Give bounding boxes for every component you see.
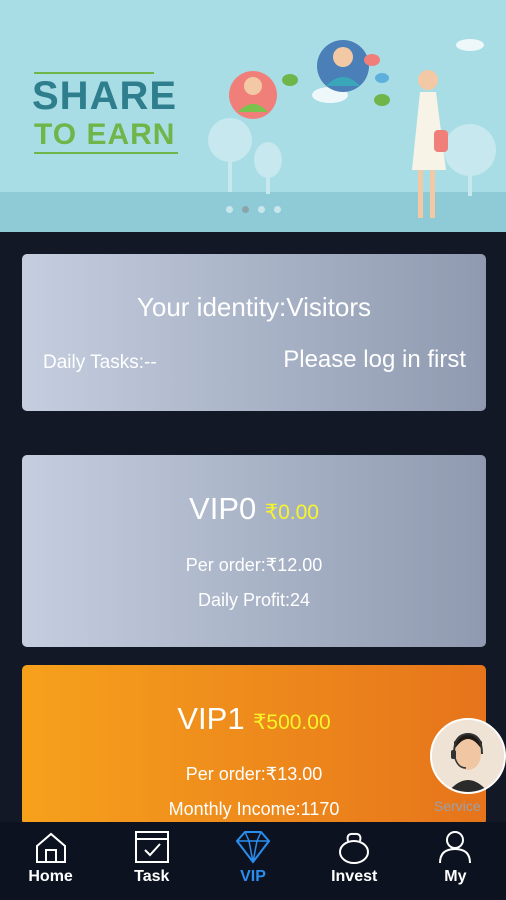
nav-home[interactable]: Home (0, 822, 101, 900)
vip-monthly-income: Monthly Income:1170 (168, 799, 340, 819)
banner-dot[interactable] (258, 206, 265, 213)
daily-tasks-text: Daily Tasks:-- (43, 352, 157, 373)
promo-banner[interactable]: SHARE TO EARN (0, 0, 506, 232)
nav-home-label: Home (28, 868, 73, 885)
service-label: Service (434, 798, 481, 814)
task-icon (134, 831, 169, 863)
nav-my[interactable]: My (405, 822, 506, 900)
user-icon (439, 831, 472, 864)
banner-pagination[interactable] (226, 206, 281, 213)
nav-task-label: Task (134, 868, 170, 885)
home-icon (35, 832, 66, 863)
vip-level: VIP0 (189, 491, 257, 526)
vip-card-1[interactable]: VIP1 ₹500.00 Per order:₹13.00 Monthly In… (22, 665, 486, 825)
vip-card-0[interactable]: VIP0 ₹0.00 Per order:₹12.00 Daily Profit… (22, 455, 486, 647)
money-bag-icon (339, 832, 370, 864)
banner-rule-bottom (34, 152, 178, 154)
vip-daily-profit: Daily Profit:24 (197, 590, 311, 610)
vip-price: ₹0.00 (264, 501, 319, 524)
banner-rule-top (34, 72, 154, 74)
bottom-nav: Home Task VIP Invest My (0, 822, 506, 900)
vip-per-order: Per order:₹12.00 (185, 555, 323, 575)
nav-vip[interactable]: VIP (202, 822, 303, 900)
banner-title-line1: SHARE (32, 74, 178, 118)
vip-header: VIP0 ₹0.00 (22, 491, 486, 527)
vip-header: VIP1 ₹500.00 (22, 701, 486, 737)
nav-task[interactable]: Task (101, 822, 202, 900)
nav-invest-label: Invest (331, 868, 378, 885)
banner-title-line2: TO EARN (34, 118, 176, 151)
vip-per-order: Per order:₹13.00 (185, 764, 323, 784)
nav-invest[interactable]: Invest (304, 822, 405, 900)
diamond-icon (235, 831, 271, 864)
identity-text: Your identity:Visitors (136, 292, 372, 322)
login-prompt[interactable]: Please log in first (283, 346, 466, 374)
banner-dot[interactable] (226, 206, 233, 213)
service-avatar (430, 718, 506, 794)
nav-my-label: My (444, 868, 467, 885)
nav-vip-label: VIP (240, 868, 266, 885)
banner-dot[interactable] (274, 206, 281, 213)
vip-level: VIP1 (177, 701, 245, 736)
customer-service-button[interactable]: Service (430, 718, 506, 814)
headset-agent-icon (432, 720, 504, 792)
banner-dot-active[interactable] (242, 206, 249, 213)
vip-price: ₹500.00 (253, 711, 331, 734)
identity-card[interactable]: Your identity:Visitors Daily Tasks:-- Pl… (22, 254, 486, 411)
